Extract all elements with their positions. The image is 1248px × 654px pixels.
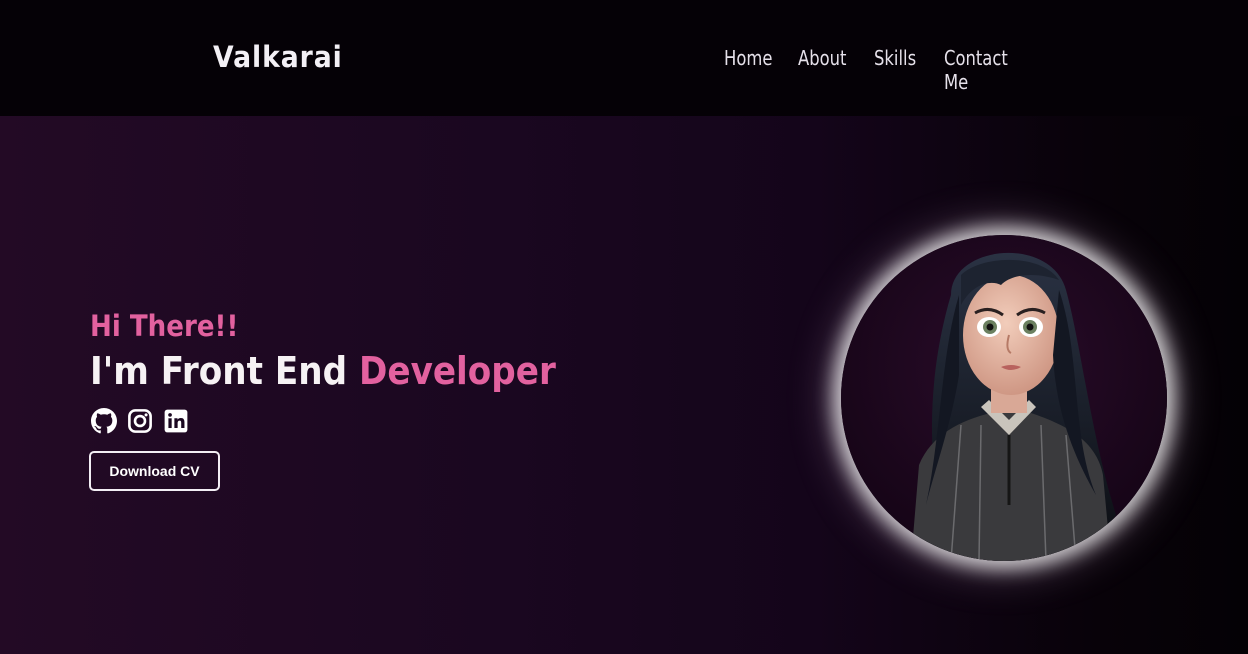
github-icon[interactable] [91, 408, 117, 434]
headline-accent: Developer [358, 349, 556, 393]
avatar-illustration [911, 252, 1116, 561]
nav-home-link[interactable]: Home [724, 46, 772, 94]
profile-avatar [841, 235, 1167, 561]
top-navbar: Valkarai Home About Skills Contact Me [0, 0, 1248, 116]
nav-skills-link[interactable]: Skills [874, 46, 916, 94]
download-cv-button[interactable]: Download CV [89, 451, 220, 491]
nav-contact-link[interactable]: Contact Me [944, 46, 1018, 94]
linkedin-icon[interactable] [163, 408, 189, 434]
instagram-icon[interactable] [127, 408, 153, 434]
hero-headline: I'm Front End Developer [90, 349, 556, 393]
nav-about-link[interactable]: About [798, 46, 846, 94]
nav-links: Home About Skills Contact Me [724, 46, 1062, 94]
headline-prefix: I'm Front End [90, 349, 359, 393]
hero-greeting: Hi There!! [90, 309, 239, 343]
social-links [91, 408, 189, 434]
brand-logo[interactable]: Valkarai [213, 40, 343, 74]
